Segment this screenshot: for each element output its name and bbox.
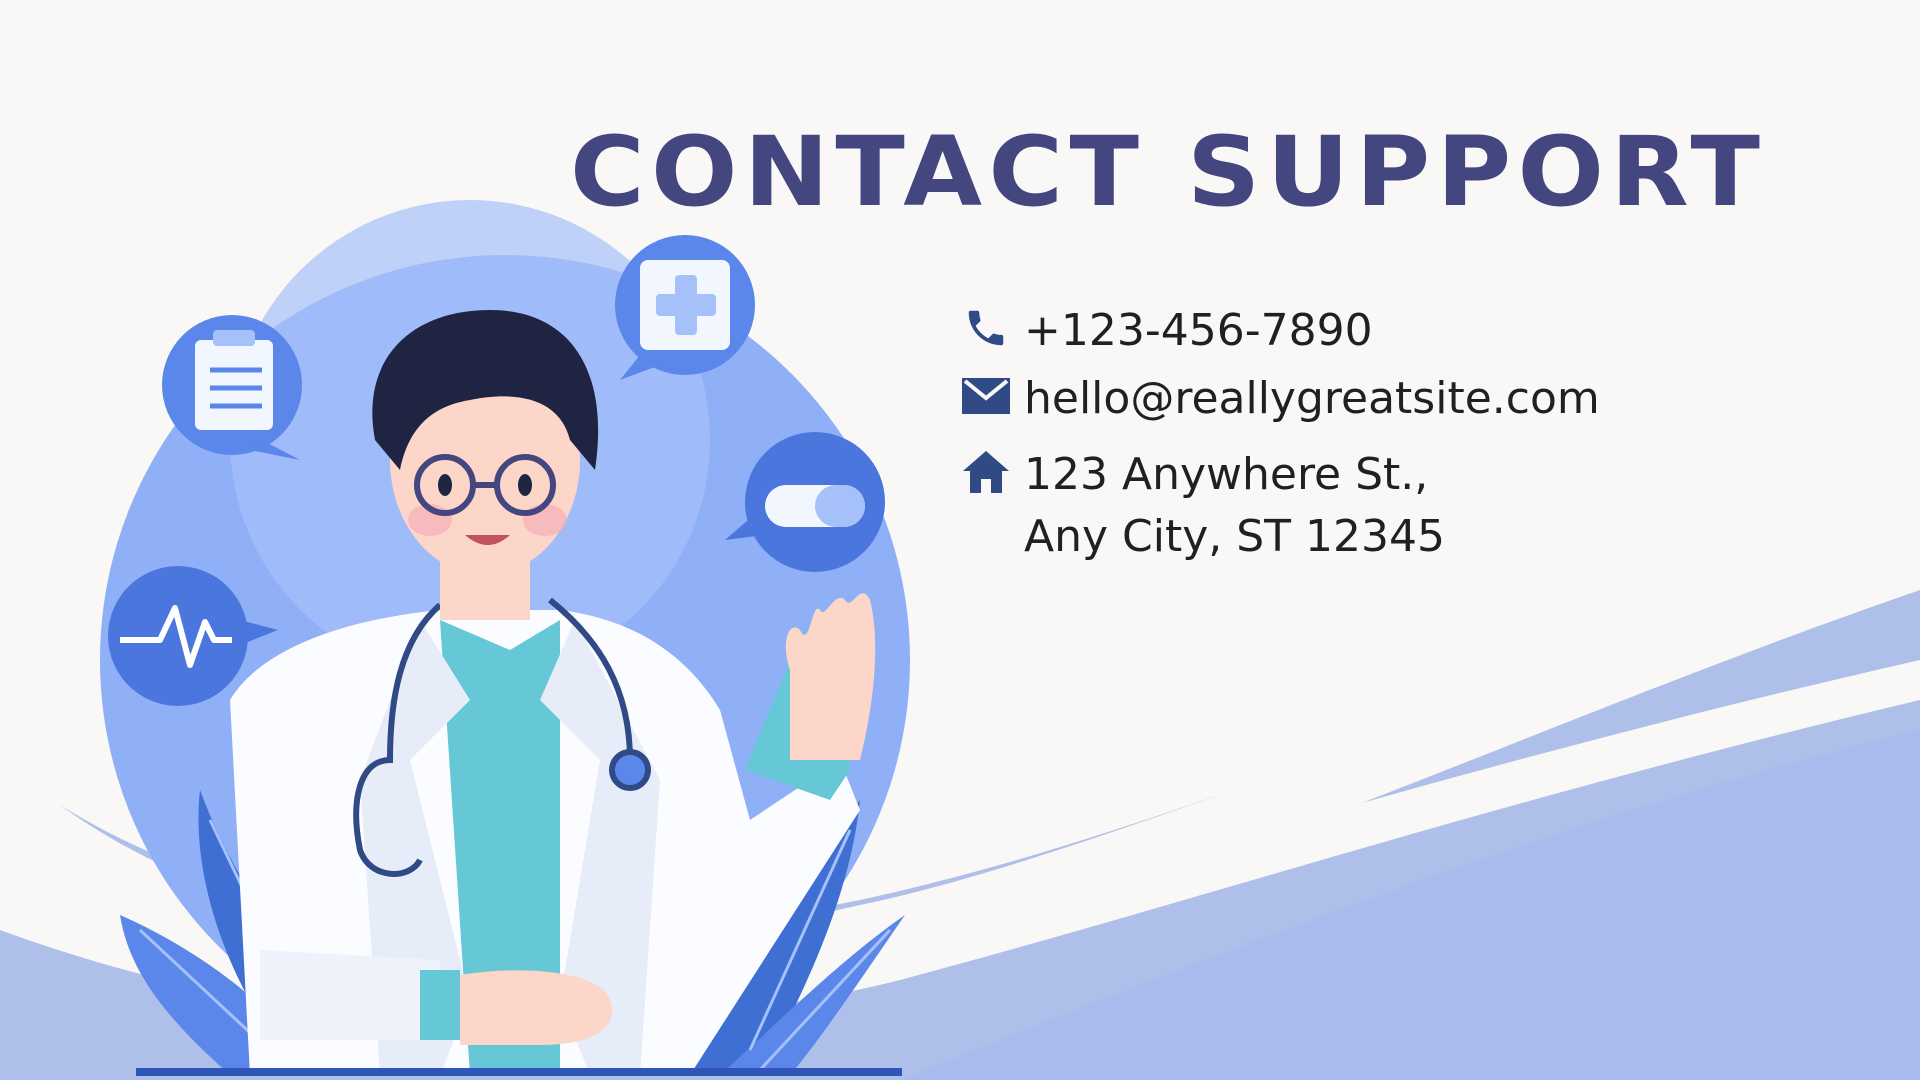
address-line-1: 123 Anywhere St., (1024, 449, 1429, 500)
phone-number: +123-456-7890 (1024, 305, 1373, 356)
home-icon (958, 444, 1014, 500)
contact-phone-row[interactable]: +123-456-7890 (958, 300, 1373, 362)
contact-email-row[interactable]: hello@reallygreatsite.com (958, 368, 1600, 430)
mail-icon (958, 368, 1014, 424)
contact-address-row[interactable]: 123 Anywhere St., Any City, ST 12345 (958, 444, 1445, 568)
phone-icon (958, 300, 1014, 356)
page-title: Contact Support (570, 116, 1767, 228)
address-line-2: Any City, ST 12345 (1024, 511, 1445, 562)
email-address: hello@reallygreatsite.com (1024, 373, 1600, 424)
